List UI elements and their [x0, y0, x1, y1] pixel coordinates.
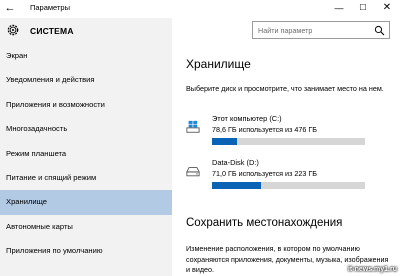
- maximize-button[interactable]: ☐: [350, 0, 376, 16]
- sidebar-item-label: Автономные карты: [6, 221, 73, 231]
- page-description: Выберите диск и просмотрите, что занимае…: [186, 84, 384, 93]
- save-locations-title: Сохранить местонахождения: [186, 217, 343, 229]
- drive-usage-bar: [212, 138, 365, 145]
- sidebar-item-storage[interactable]: Хранилище: [0, 190, 172, 215]
- sidebar-header: СИСТЕМА: [0, 18, 172, 44]
- window-title: Параметры: [30, 3, 70, 12]
- sidebar: СИСТЕМА Экран Уведомления и действия При…: [0, 18, 172, 276]
- sidebar-item-notifications[interactable]: Уведомления и действия: [0, 68, 172, 92]
- drive-usage: 71,0 ГБ используется из 223 ГБ: [212, 169, 317, 178]
- sidebar-item-label: Приложения и возможности: [6, 99, 105, 109]
- drive-c[interactable]: Этот компьютер (C:) 78,6 ГБ используется…: [186, 114, 396, 148]
- search-placeholder: Найти параметр: [258, 26, 313, 35]
- sidebar-item-display[interactable]: Экран: [0, 44, 172, 68]
- drive-name: Этот компьютер (C:): [212, 114, 282, 123]
- windows-drive-icon: [186, 120, 200, 133]
- close-button[interactable]: ✕: [374, 0, 400, 16]
- search-icon[interactable]: [374, 25, 385, 36]
- drive-usage: 78,6 ГБ используется из 476 ГБ: [212, 125, 317, 134]
- hard-drive-icon: [186, 167, 200, 177]
- sidebar-item-label: Экран: [6, 51, 28, 60]
- sidebar-item-label: Питание и спящий режим: [6, 172, 97, 182]
- section-title: СИСТЕМА: [30, 26, 74, 36]
- title-bar: ← Параметры — ☐ ✕: [0, 0, 400, 18]
- sidebar-item-multitasking[interactable]: Многозадачность: [0, 117, 172, 141]
- sidebar-item-offline-maps[interactable]: Автономные карты: [0, 215, 172, 239]
- back-arrow-icon[interactable]: ←: [3, 1, 17, 15]
- drive-usage-fill: [212, 138, 238, 145]
- sidebar-nav: Экран Уведомления и действия Приложения …: [0, 44, 172, 264]
- drive-usage-fill: [212, 182, 261, 189]
- sidebar-item-tablet-mode[interactable]: Режим планшета: [0, 142, 172, 166]
- drive-usage-bar: [212, 182, 365, 189]
- sidebar-item-label: Многозадачность: [6, 124, 68, 134]
- search-input[interactable]: Найти параметр: [252, 21, 390, 39]
- drive-d[interactable]: Data-Disk (D:) 71,0 ГБ используется из 2…: [186, 158, 396, 192]
- drive-name: Data-Disk (D:): [212, 158, 259, 167]
- sidebar-item-label: Хранилище: [6, 197, 48, 207]
- watermark: it-news.my1.ru: [347, 266, 397, 273]
- gear-icon: [7, 24, 19, 36]
- sidebar-item-default-apps[interactable]: Приложения по умолчанию: [0, 239, 172, 263]
- sidebar-item-apps-features[interactable]: Приложения и возможности: [0, 93, 172, 117]
- page-title: Хранилище: [186, 57, 251, 71]
- sidebar-item-power-sleep[interactable]: Питание и спящий режим: [0, 166, 172, 190]
- minimize-button[interactable]: —: [326, 0, 352, 16]
- sidebar-item-label: Приложения по умолчанию: [6, 246, 103, 256]
- sidebar-item-label: Режим планшета: [6, 148, 67, 158]
- sidebar-item-label: Уведомления и действия: [6, 75, 95, 85]
